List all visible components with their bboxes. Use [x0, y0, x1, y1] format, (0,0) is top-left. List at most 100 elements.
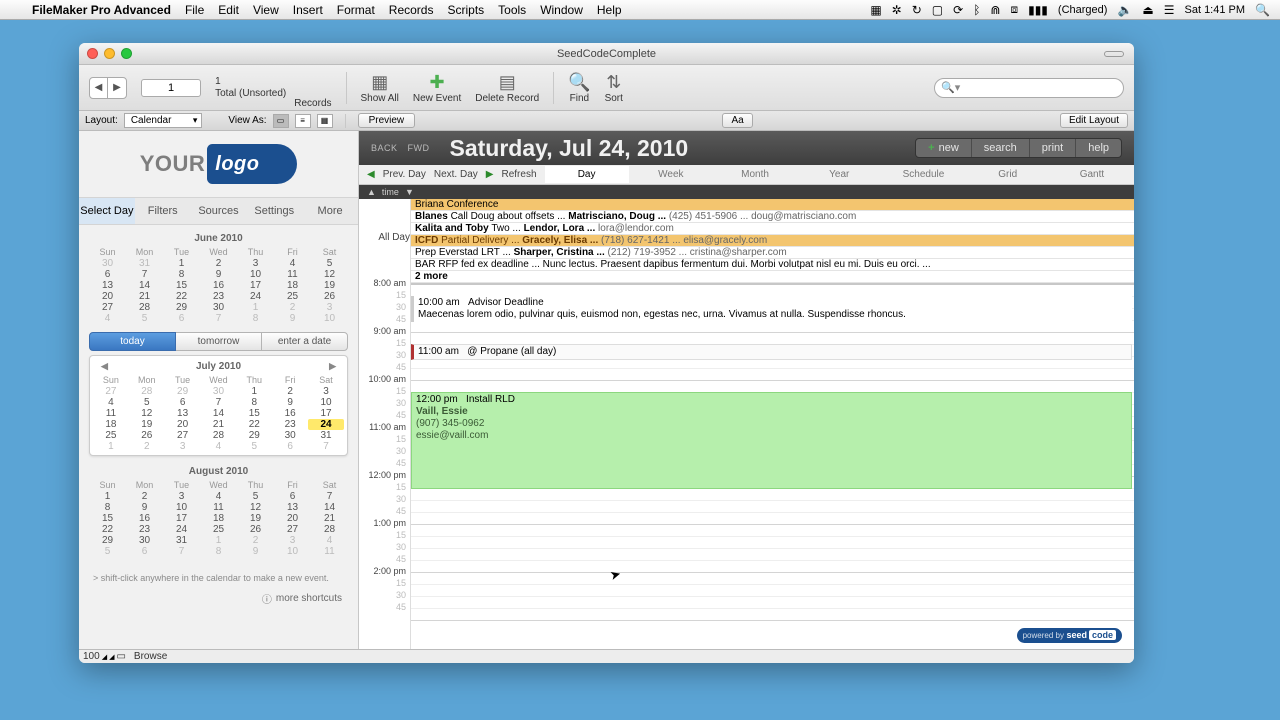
find-icon: 🔍	[568, 72, 590, 93]
view-year-tab[interactable]: Year	[797, 166, 881, 183]
close-icon[interactable]	[87, 48, 98, 59]
menu-help[interactable]: Help	[597, 3, 622, 17]
window-titlebar[interactable]: SeedCodeComplete	[79, 43, 1134, 65]
view-list-icon[interactable]: ≡	[295, 114, 311, 128]
allday-event[interactable]: ICFD Partial Delivery ... Gracely, Elisa…	[411, 235, 1134, 247]
help-button[interactable]: help	[1076, 139, 1121, 157]
tab-select-day[interactable]: Select Day	[79, 198, 135, 224]
toolbar-search-input[interactable]: 🔍▾	[934, 78, 1124, 98]
mini-calendar-june[interactable]: June 2010SunMonTueWedThuFriSat3031123456…	[89, 231, 348, 324]
app-name[interactable]: FileMaker Pro Advanced	[32, 3, 171, 17]
eject-icon[interactable]: ⏏	[1142, 3, 1153, 17]
edit-layout-button[interactable]: Edit Layout	[1060, 113, 1128, 128]
allday-event[interactable]: Kalita and Toby Two ... Lendor, Lora ...…	[411, 223, 1134, 235]
tab-filters[interactable]: Filters	[135, 198, 191, 224]
tomorrow-button[interactable]: tomorrow	[176, 332, 261, 351]
battery-icon[interactable]: ▮▮▮	[1028, 3, 1048, 17]
mode-label[interactable]: Browse	[134, 651, 167, 662]
menu-insert[interactable]: Insert	[293, 3, 323, 17]
new-button[interactable]: +new	[916, 139, 972, 157]
tab-settings[interactable]: Settings	[246, 198, 302, 224]
menu-edit[interactable]: Edit	[218, 3, 239, 17]
preview-button[interactable]: Preview	[358, 113, 416, 128]
zoom-icon[interactable]	[121, 48, 132, 59]
sync-icon[interactable]: ⟳	[953, 3, 963, 17]
delete-record-button[interactable]: ▤Delete Record	[475, 72, 539, 104]
sort-bar[interactable]: ▲ time ▼	[359, 185, 1134, 199]
dropbox-icon[interactable]: ⧈	[1010, 2, 1018, 17]
next-day-button[interactable]: Next. Day	[434, 169, 478, 180]
allday-event[interactable]: BAR RFP fed ex deadline ... Nunc lectus.…	[411, 259, 1134, 271]
zoom-out-icon[interactable]: ◢	[102, 653, 107, 661]
zoom-in-icon[interactable]: ◢	[109, 653, 114, 661]
back-link[interactable]: BACK	[371, 143, 398, 153]
sort-button[interactable]: ⇅Sort	[605, 72, 623, 104]
window-capsule-icon[interactable]	[1104, 51, 1124, 57]
view-grid-tab[interactable]: Grid	[966, 166, 1050, 183]
enter-date-button[interactable]: enter a date	[261, 332, 348, 351]
menu-tools[interactable]: Tools	[498, 3, 526, 17]
menu-format[interactable]: Format	[337, 3, 375, 17]
view-day-tab[interactable]: Day	[545, 166, 629, 183]
mode-icon[interactable]: ▭	[116, 651, 125, 662]
new-event-button[interactable]: ✚New Event	[413, 72, 461, 104]
today-button[interactable]: today	[89, 332, 176, 351]
refresh-button[interactable]: Refresh	[501, 169, 536, 180]
event-install-rld[interactable]: 12:00 pm Install RLD Vaill, Essie (907) …	[411, 392, 1132, 489]
view-schedule-tab[interactable]: Schedule	[881, 166, 965, 183]
menu-window[interactable]: Window	[540, 3, 583, 17]
clock[interactable]: Sat 1:41 PM	[1185, 4, 1246, 16]
view-form-icon[interactable]: ▭	[273, 114, 289, 128]
sort-down-icon[interactable]: ▼	[405, 187, 414, 197]
tab-more[interactable]: More	[302, 198, 358, 224]
layout-select[interactable]: Calendar	[124, 113, 203, 128]
record-nav[interactable]: ◀ ▶	[89, 77, 127, 99]
event-column[interactable]: Briana ConferenceBlanes Call Doug about …	[411, 199, 1134, 649]
view-month-tab[interactable]: Month	[713, 166, 797, 183]
record-number-field[interactable]: 1	[141, 79, 201, 97]
tab-sources[interactable]: Sources	[191, 198, 247, 224]
volume-icon[interactable]: 🔈	[1117, 3, 1132, 17]
zoom-control[interactable]: 100 ◢ ◢ ▭	[83, 651, 126, 662]
spotlight-icon[interactable]: 🔍	[1255, 3, 1270, 17]
search-button[interactable]: search	[972, 139, 1030, 157]
mini-calendar-august[interactable]: August 2010SunMonTueWedThuFriSat12345678…	[89, 464, 348, 557]
menu-scripts[interactable]: Scripts	[447, 3, 484, 17]
fwd-link[interactable]: FWD	[408, 143, 430, 153]
displays-icon[interactable]: ▢	[932, 3, 943, 17]
allday-event[interactable]: 2 more	[411, 271, 1134, 283]
menu-records[interactable]: Records	[389, 3, 434, 17]
next-record-icon[interactable]: ▶	[108, 78, 126, 98]
sort-up-icon[interactable]: ▲	[367, 187, 376, 197]
allday-event[interactable]: Briana Conference	[411, 199, 1134, 211]
bluetooth-icon[interactable]: ᛒ	[973, 3, 980, 17]
menu-view[interactable]: View	[253, 3, 279, 17]
more-shortcuts-link[interactable]: ⓘ more shortcuts	[89, 587, 348, 610]
wifi-icon[interactable]: ⋒	[990, 3, 1000, 17]
event-advisor-deadline[interactable]: 10:00 am Advisor Deadline Maecenas lorem…	[411, 296, 1132, 322]
allday-event[interactable]: Blanes Call Doug about offsets ... Matri…	[411, 211, 1134, 223]
timemachine-icon[interactable]: ↻	[912, 3, 922, 17]
sidebar-tabs: Select Day Filters Sources Settings More	[79, 197, 358, 225]
event-propane[interactable]: 11:00 am @ Propane (all day)	[411, 344, 1132, 360]
find-button[interactable]: 🔍Find	[568, 72, 590, 104]
flag-icon[interactable]: ☰	[1164, 3, 1175, 17]
spaces-icon[interactable]: ▦	[870, 3, 881, 17]
minimize-icon[interactable]	[104, 48, 115, 59]
allday-event[interactable]: Prep Everstad LRT ... Sharper, Cristina …	[411, 247, 1134, 259]
sync1-icon[interactable]: ✲	[892, 3, 902, 17]
next-day-arrow-icon[interactable]: ▶	[486, 169, 494, 180]
powered-by-seedcode[interactable]: powered by seedcode	[1017, 625, 1122, 643]
view-table-icon[interactable]: ▦	[317, 114, 333, 128]
mini-calendar-july[interactable]: ◀July 2010▶SunMonTueWedThuFriSat27282930…	[89, 355, 348, 456]
show-all-button[interactable]: ▦Show All	[361, 72, 399, 104]
mac-menubar: FileMaker Pro Advanced File Edit View In…	[0, 0, 1280, 20]
view-week-tab[interactable]: Week	[629, 166, 713, 183]
menu-file[interactable]: File	[185, 3, 204, 17]
view-gantt-tab[interactable]: Gantt	[1050, 166, 1134, 183]
prev-day-button[interactable]: Prev. Day	[383, 169, 426, 180]
print-button[interactable]: print	[1030, 139, 1076, 157]
aa-button[interactable]: Aa	[722, 113, 752, 128]
prev-day-arrow-icon[interactable]: ◀	[367, 169, 375, 180]
prev-record-icon[interactable]: ◀	[90, 78, 108, 98]
